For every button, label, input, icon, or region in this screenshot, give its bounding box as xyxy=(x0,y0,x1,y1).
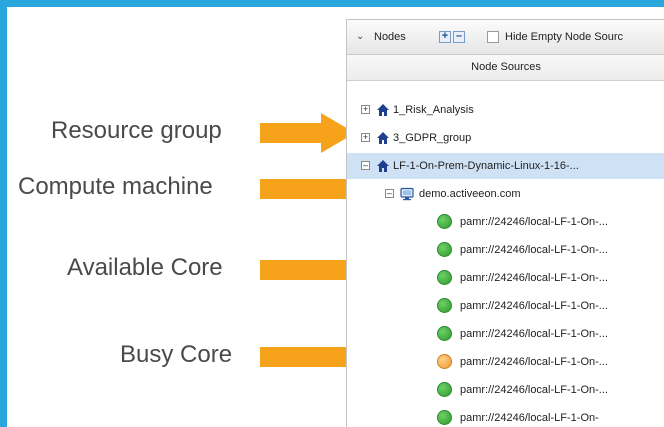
status-available-icon xyxy=(437,298,452,313)
tree-row-label: 3_GDPR_group xyxy=(393,132,472,144)
column-header-node-sources[interactable]: Node Sources xyxy=(347,55,664,81)
tree-row-label: LF-1-On-Prem-Dynamic-Linux-1-16-... xyxy=(393,160,579,172)
collapse-icon[interactable]: – xyxy=(361,161,370,170)
tree-row-label: pamr://24246/local-LF-1-On-... xyxy=(460,356,608,368)
tree-row-source-selected[interactable]: – LF-1-On-Prem-Dynamic-Linux-1-16-... xyxy=(347,153,664,179)
status-available-icon xyxy=(437,214,452,229)
tree-row-source[interactable]: + 3_GDPR_group xyxy=(347,125,664,151)
tree-row-node[interactable]: pamr://24246/local-LF-1-On-... xyxy=(347,293,664,319)
tree-row-host[interactable]: – demo.activeeon.com xyxy=(347,181,664,207)
nodes-toolbar: ⌄ Nodes + – Hide Empty Node Sourc xyxy=(347,20,664,55)
tree-row-node[interactable]: pamr://24246/local-LF-1-On-... xyxy=(347,237,664,263)
tree-row-node[interactable]: pamr://24246/local-LF-1-On-... xyxy=(347,349,664,375)
minus-box-icon[interactable]: – xyxy=(453,31,465,43)
house-icon xyxy=(377,104,389,116)
tree-row-label: pamr://24246/local-LF-1-On-... xyxy=(460,328,608,340)
status-available-icon xyxy=(437,270,452,285)
tree-row-node[interactable]: pamr://24246/local-LF-1-On-... xyxy=(347,209,664,235)
nodes-panel: ⌄ Nodes + – Hide Empty Node Sourc Node S… xyxy=(346,19,664,427)
tree-row-label: pamr://24246/local-LF-1-On-... xyxy=(460,216,608,228)
hide-empty-label: Hide Empty Node Sourc xyxy=(505,31,623,43)
hide-empty-checkbox[interactable] xyxy=(487,31,499,43)
callout-label: Available Core xyxy=(67,254,223,281)
tree-row-node[interactable]: pamr://24246/local-LF-1-On-... xyxy=(347,265,664,291)
tree-row-node[interactable]: pamr://24246/local-LF-1-On-... xyxy=(347,321,664,347)
expand-icon[interactable]: + xyxy=(361,105,370,114)
tree-row-node[interactable]: pamr://24246/local-LF-1-On-... xyxy=(347,377,664,403)
tree-row-label: pamr://24246/local-LF-1-On-... xyxy=(460,384,608,396)
status-available-icon xyxy=(437,382,452,397)
plus-box-icon[interactable]: + xyxy=(439,31,451,43)
house-icon xyxy=(377,160,389,172)
tree-row-label: pamr://24246/local-LF-1-On-... xyxy=(460,244,608,256)
tree-row-node[interactable]: pamr://24246/local-LF-1-On- xyxy=(347,405,664,427)
status-available-icon xyxy=(437,326,452,341)
tree-row-label: pamr://24246/local-LF-1-On- xyxy=(460,412,599,424)
tree-row-label: pamr://24246/local-LF-1-On-... xyxy=(460,272,608,284)
status-available-icon xyxy=(437,410,452,425)
arrow-shaft xyxy=(260,179,360,199)
tree-row-source[interactable]: + 1_Risk_Analysis xyxy=(347,97,664,123)
callout-label: Compute machine xyxy=(18,173,213,200)
collapse-icon[interactable]: – xyxy=(385,189,394,198)
monitor-icon xyxy=(400,187,414,201)
chevron-down-icon[interactable]: ⌄ xyxy=(356,20,364,54)
content-frame: Resource group Compute machine Available… xyxy=(7,7,664,427)
callout-label: Resource group xyxy=(51,117,222,144)
house-icon xyxy=(377,132,389,144)
nodes-title: Nodes xyxy=(374,31,406,43)
status-available-icon xyxy=(437,242,452,257)
status-busy-icon xyxy=(437,354,452,369)
callout-label: Busy Core xyxy=(120,341,233,368)
arrow-shaft xyxy=(260,123,322,143)
tree-row-label: 1_Risk_Analysis xyxy=(393,104,474,116)
tree-row-label: demo.activeeon.com xyxy=(419,188,521,200)
expand-icon[interactable]: + xyxy=(361,133,370,142)
tree-row-label: pamr://24246/local-LF-1-On-... xyxy=(460,300,608,312)
